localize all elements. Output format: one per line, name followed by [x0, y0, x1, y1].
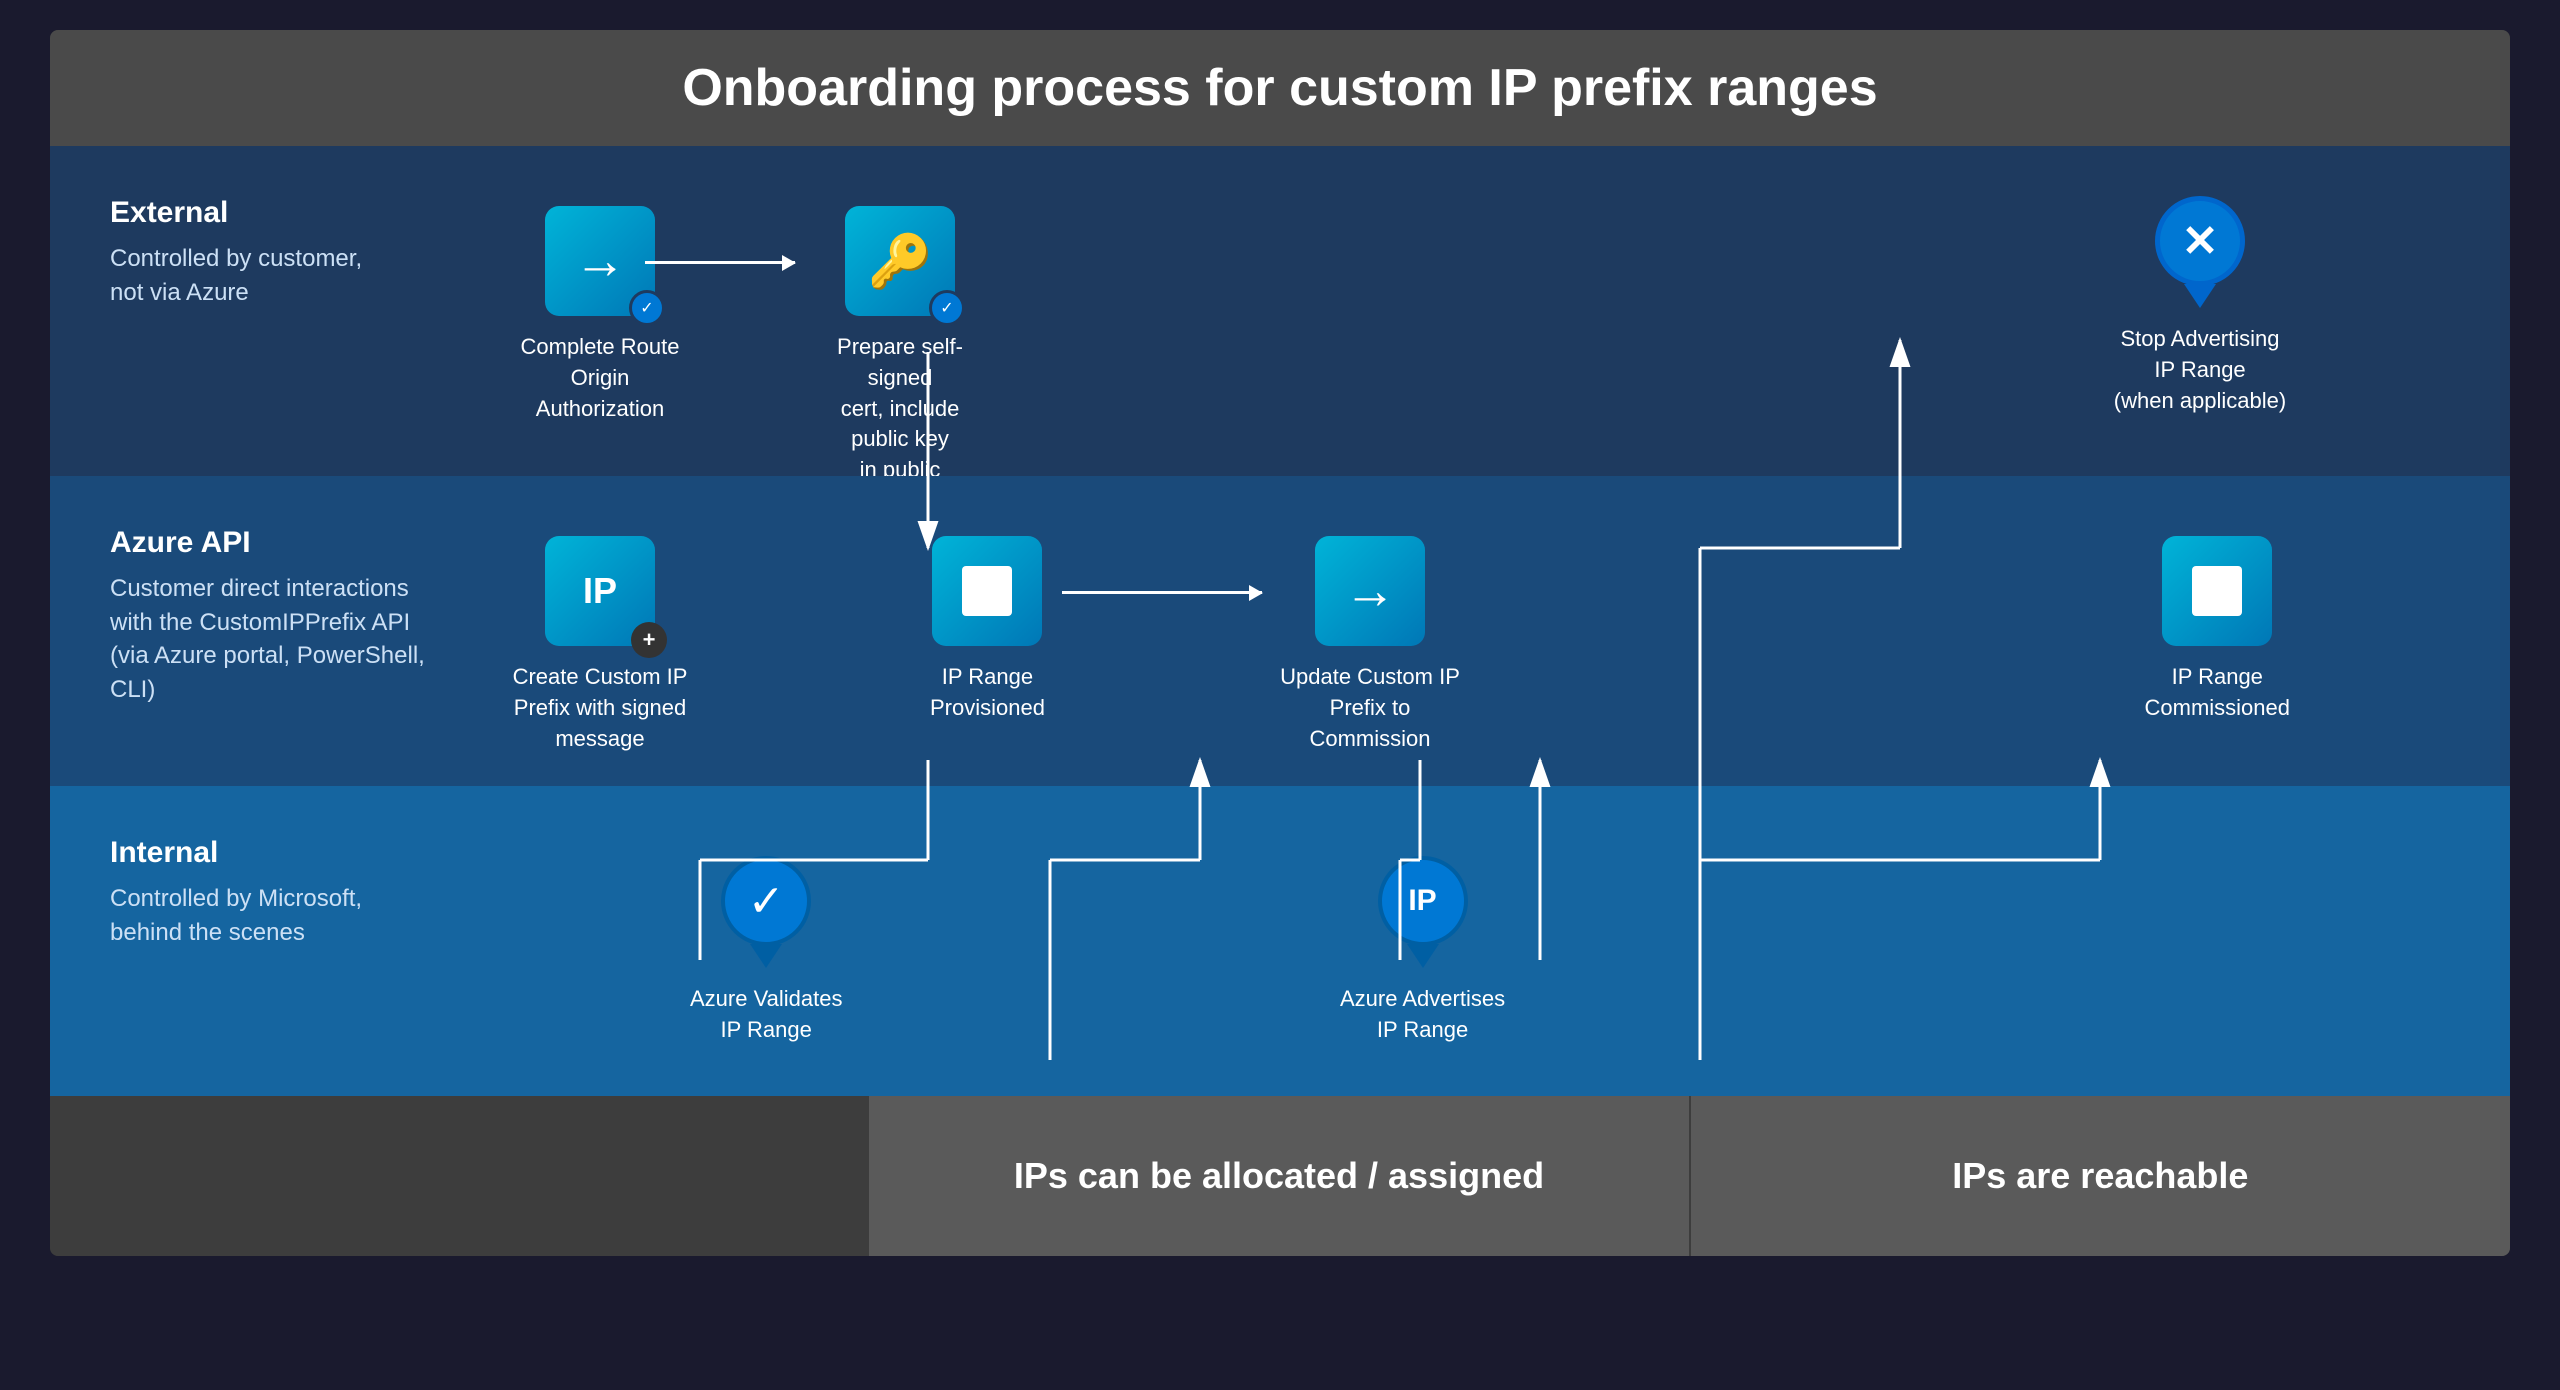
- ip-commissioned-label: IP RangeCommissioned: [2145, 662, 2291, 724]
- azure-validates-label: Azure ValidatesIP Range: [690, 984, 842, 1046]
- arrow-azure-1: [1062, 591, 1262, 594]
- footer-right-text: IPs are reachable: [1952, 1155, 2248, 1197]
- diagram: External Controlled by customer,not via …: [50, 146, 2510, 1256]
- update-ip-icon: →: [1315, 536, 1425, 646]
- internal-content: ✓ Azure ValidatesIP Range IP Azure Adver: [450, 826, 2450, 1046]
- internal-title: Internal: [110, 836, 450, 870]
- create-ip-label: Create Custom IPPrefix with signed messa…: [510, 662, 690, 754]
- azure-validates-step: ✓ Azure ValidatesIP Range: [690, 856, 842, 1046]
- azure-advertises-step: IP Azure AdvertisesIP Range: [1340, 856, 1505, 1046]
- stop-square-1: [962, 566, 1012, 616]
- external-content: → ✓ Complete RouteOrigin Authorization 🔑…: [450, 186, 2450, 426]
- prepare-cert-step: 🔑 ✓ Prepare self-signedcert, include pub…: [810, 206, 990, 517]
- stop-advertising-label: Stop Advertising IP Range(when applicabl…: [2110, 324, 2290, 416]
- azure-row: Azure API Customer direct interactionswi…: [50, 476, 2510, 786]
- check-pin-tail: [750, 944, 782, 968]
- complete-route-label: Complete RouteOrigin Authorization: [510, 332, 690, 424]
- check-pin-circle: ✓: [721, 856, 811, 946]
- azure-label: Azure API Customer direct interactionswi…: [110, 516, 450, 706]
- checkmark-badge-1: ✓: [629, 290, 665, 326]
- footer-right: IPs are reachable: [1689, 1096, 2510, 1256]
- ip-pin-circle: IP: [1378, 856, 1468, 946]
- ip-provisioned-icon: [932, 536, 1042, 646]
- external-label: External Controlled by customer,not via …: [110, 186, 450, 309]
- ip-label: IP: [583, 570, 617, 612]
- arrow-ext-1: [645, 261, 795, 264]
- update-ip-label: Update Custom IPPrefix to Commission: [1280, 662, 1460, 754]
- update-ip-step: → Update Custom IPPrefix to Commission: [1280, 536, 1460, 754]
- header: Onboarding process for custom IP prefix …: [50, 30, 2510, 146]
- external-title: External: [110, 196, 450, 230]
- footer: IPs can be allocated / assigned IPs are …: [50, 1096, 2510, 1256]
- ip-pin-tail: [1407, 944, 1439, 968]
- stop-advertising-step: ✕ Stop Advertising IP Range(when applica…: [2110, 196, 2290, 416]
- footer-center: IPs can be allocated / assigned: [869, 1096, 1688, 1256]
- internal-row: Internal Controlled by Microsoft,behind …: [50, 786, 2510, 1096]
- x-pin-circle: ✕: [2155, 196, 2245, 286]
- ip-provisioned-label: IP RangeProvisioned: [930, 662, 1045, 724]
- create-ip-icon: IP +: [545, 536, 655, 646]
- create-ip-step: IP + Create Custom IPPrefix with signed …: [510, 536, 690, 754]
- x-pin-tail: [2184, 284, 2216, 308]
- external-desc: Controlled by customer,not via Azure: [110, 242, 450, 309]
- azure-title: Azure API: [110, 526, 450, 560]
- prepare-cert-icon: 🔑 ✓: [845, 206, 955, 316]
- ip-commissioned-icon: [2162, 536, 2272, 646]
- footer-center-text: IPs can be allocated / assigned: [1014, 1155, 1544, 1197]
- ip-commissioned-step: IP RangeCommissioned: [2145, 536, 2291, 724]
- footer-empty-left: [50, 1096, 869, 1256]
- stop-square-2: [2192, 566, 2242, 616]
- internal-label: Internal Controlled by Microsoft,behind …: [110, 826, 450, 949]
- check-pin-wrapper: ✓: [721, 856, 811, 968]
- internal-desc: Controlled by Microsoft,behind the scene…: [110, 882, 450, 949]
- complete-route-step: → ✓ Complete RouteOrigin Authorization: [510, 206, 690, 424]
- azure-content: IP + Create Custom IPPrefix with signed …: [450, 516, 2450, 736]
- azure-advertises-label: Azure AdvertisesIP Range: [1340, 984, 1505, 1046]
- ip-pin-wrapper: IP: [1378, 856, 1468, 968]
- azure-desc: Customer direct interactionswith the Cus…: [110, 572, 450, 706]
- x-pin-wrapper: ✕: [2155, 196, 2245, 308]
- external-row: External Controlled by customer,not via …: [50, 146, 2510, 476]
- ip-provisioned-step: IP RangeProvisioned: [930, 536, 1045, 724]
- checkmark-badge-2: ✓: [929, 290, 965, 326]
- main-container: Onboarding process for custom IP prefix …: [50, 30, 2510, 1256]
- plus-badge: +: [631, 622, 667, 658]
- complete-route-icon: → ✓: [545, 206, 655, 316]
- page-title: Onboarding process for custom IP prefix …: [90, 58, 2470, 118]
